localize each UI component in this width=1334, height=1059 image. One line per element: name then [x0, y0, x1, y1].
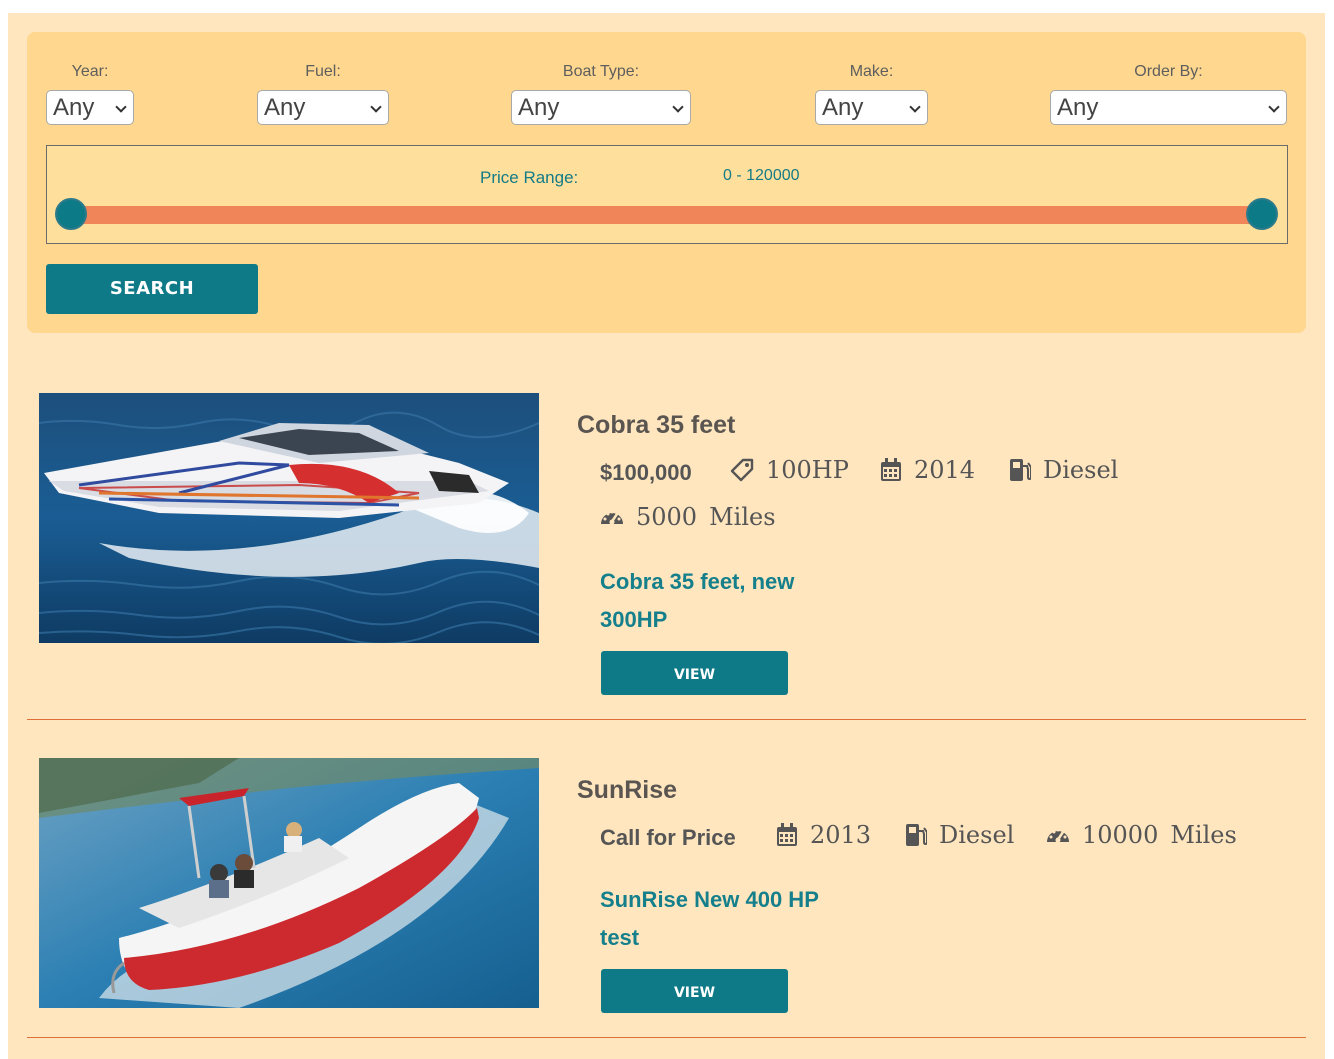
listing-description: Cobra 35 feet, new 300HP: [600, 569, 795, 632]
year-value: 2014: [914, 456, 976, 484]
fuel-spec: Diesel: [905, 821, 1014, 849]
boat-type-select[interactable]: Any: [511, 90, 691, 125]
boat-type-label: Boat Type:: [562, 63, 640, 80]
make-select[interactable]: Any: [815, 90, 928, 125]
order-by-select-value: Any: [1057, 94, 1099, 121]
chevron-down-icon: [1268, 101, 1280, 113]
make-label: Make:: [849, 63, 894, 80]
miles-unit: Miles: [709, 503, 776, 531]
horsepower-value: 100HP: [766, 456, 849, 484]
fuel-filter: Fuel: Any: [257, 62, 389, 125]
boat-photo[interactable]: [39, 758, 539, 1008]
listing-card: SunRise Call for Price 2013 Diesel 10000…: [27, 758, 1306, 1040]
listing-price: $100,000: [600, 460, 692, 485]
view-button[interactable]: VIEW: [601, 969, 788, 1013]
tag-icon: [730, 458, 754, 482]
miles-value: 5000: [636, 503, 698, 531]
year-label: Year:: [71, 63, 109, 80]
boat-type-filter: Boat Type: Any: [511, 62, 691, 125]
search-filter-panel: Year: Any Fuel: Any Boat Type: Any Make:: [27, 32, 1306, 333]
order-by-select[interactable]: Any: [1050, 90, 1287, 125]
year-select-value: Any: [53, 94, 95, 121]
price-range-label: Price Range:: [480, 168, 579, 187]
year-select[interactable]: Any: [46, 90, 134, 125]
fuel-value: Diesel: [1043, 456, 1119, 484]
page: Year: Any Fuel: Any Boat Type: Any Make:: [8, 13, 1325, 1059]
calendar-icon: [777, 823, 797, 846]
listing-title[interactable]: SunRise: [577, 776, 677, 805]
make-select-value: Any: [822, 94, 864, 121]
speedometer-icon: [1047, 828, 1069, 843]
fuel-label: Fuel:: [305, 63, 341, 80]
miles-unit: Miles: [1170, 821, 1237, 849]
boat-type-select-value: Any: [518, 94, 560, 121]
order-by-filter: Order By: Any: [1050, 62, 1287, 125]
chevron-down-icon: [115, 101, 127, 113]
price-range-slider-track[interactable]: [71, 206, 1262, 224]
speedometer-icon: [601, 510, 623, 525]
miles-spec: 5000 Miles: [600, 503, 776, 531]
year-value: 2013: [810, 821, 872, 849]
year-spec: 2013: [776, 821, 871, 849]
price-range-min-handle[interactable]: [55, 198, 87, 230]
chevron-down-icon: [909, 101, 921, 113]
listing-price: Call for Price: [600, 825, 736, 850]
listing-title[interactable]: Cobra 35 feet: [577, 411, 735, 440]
fuel-select[interactable]: Any: [257, 90, 389, 125]
year-filter: Year: Any: [46, 62, 134, 125]
chevron-down-icon: [672, 101, 684, 113]
price-range-max-handle[interactable]: [1246, 198, 1278, 230]
fuel-value: Diesel: [939, 821, 1015, 849]
calendar-icon: [881, 458, 901, 481]
view-button[interactable]: VIEW: [601, 651, 788, 695]
fuel-pump-icon: [1010, 459, 1031, 481]
fuel-select-value: Any: [264, 94, 306, 121]
fuel-spec: Diesel: [1009, 456, 1118, 484]
search-button[interactable]: SEARCH: [46, 264, 258, 314]
listing-card: Cobra 35 feet $100,000 100HP 2014 Diesel…: [27, 393, 1306, 721]
price-range-value: 0 - 120000: [723, 167, 800, 184]
miles-value: 10000: [1082, 821, 1159, 849]
listing-description: SunRise New 400 HP test: [600, 887, 819, 950]
year-spec: 2014: [880, 456, 975, 484]
horsepower-spec: 100HP: [730, 456, 849, 484]
miles-spec: 10000 Miles: [1046, 821, 1237, 849]
fuel-pump-icon: [906, 824, 927, 846]
chevron-down-icon: [370, 101, 382, 113]
boat-photo[interactable]: [39, 393, 539, 643]
listing-divider: [27, 1037, 1306, 1038]
listing-divider: [27, 719, 1306, 720]
price-range-box: Price Range: 0 - 120000: [46, 145, 1288, 244]
order-by-label: Order By:: [1134, 63, 1203, 80]
make-filter: Make: Any: [815, 62, 928, 125]
